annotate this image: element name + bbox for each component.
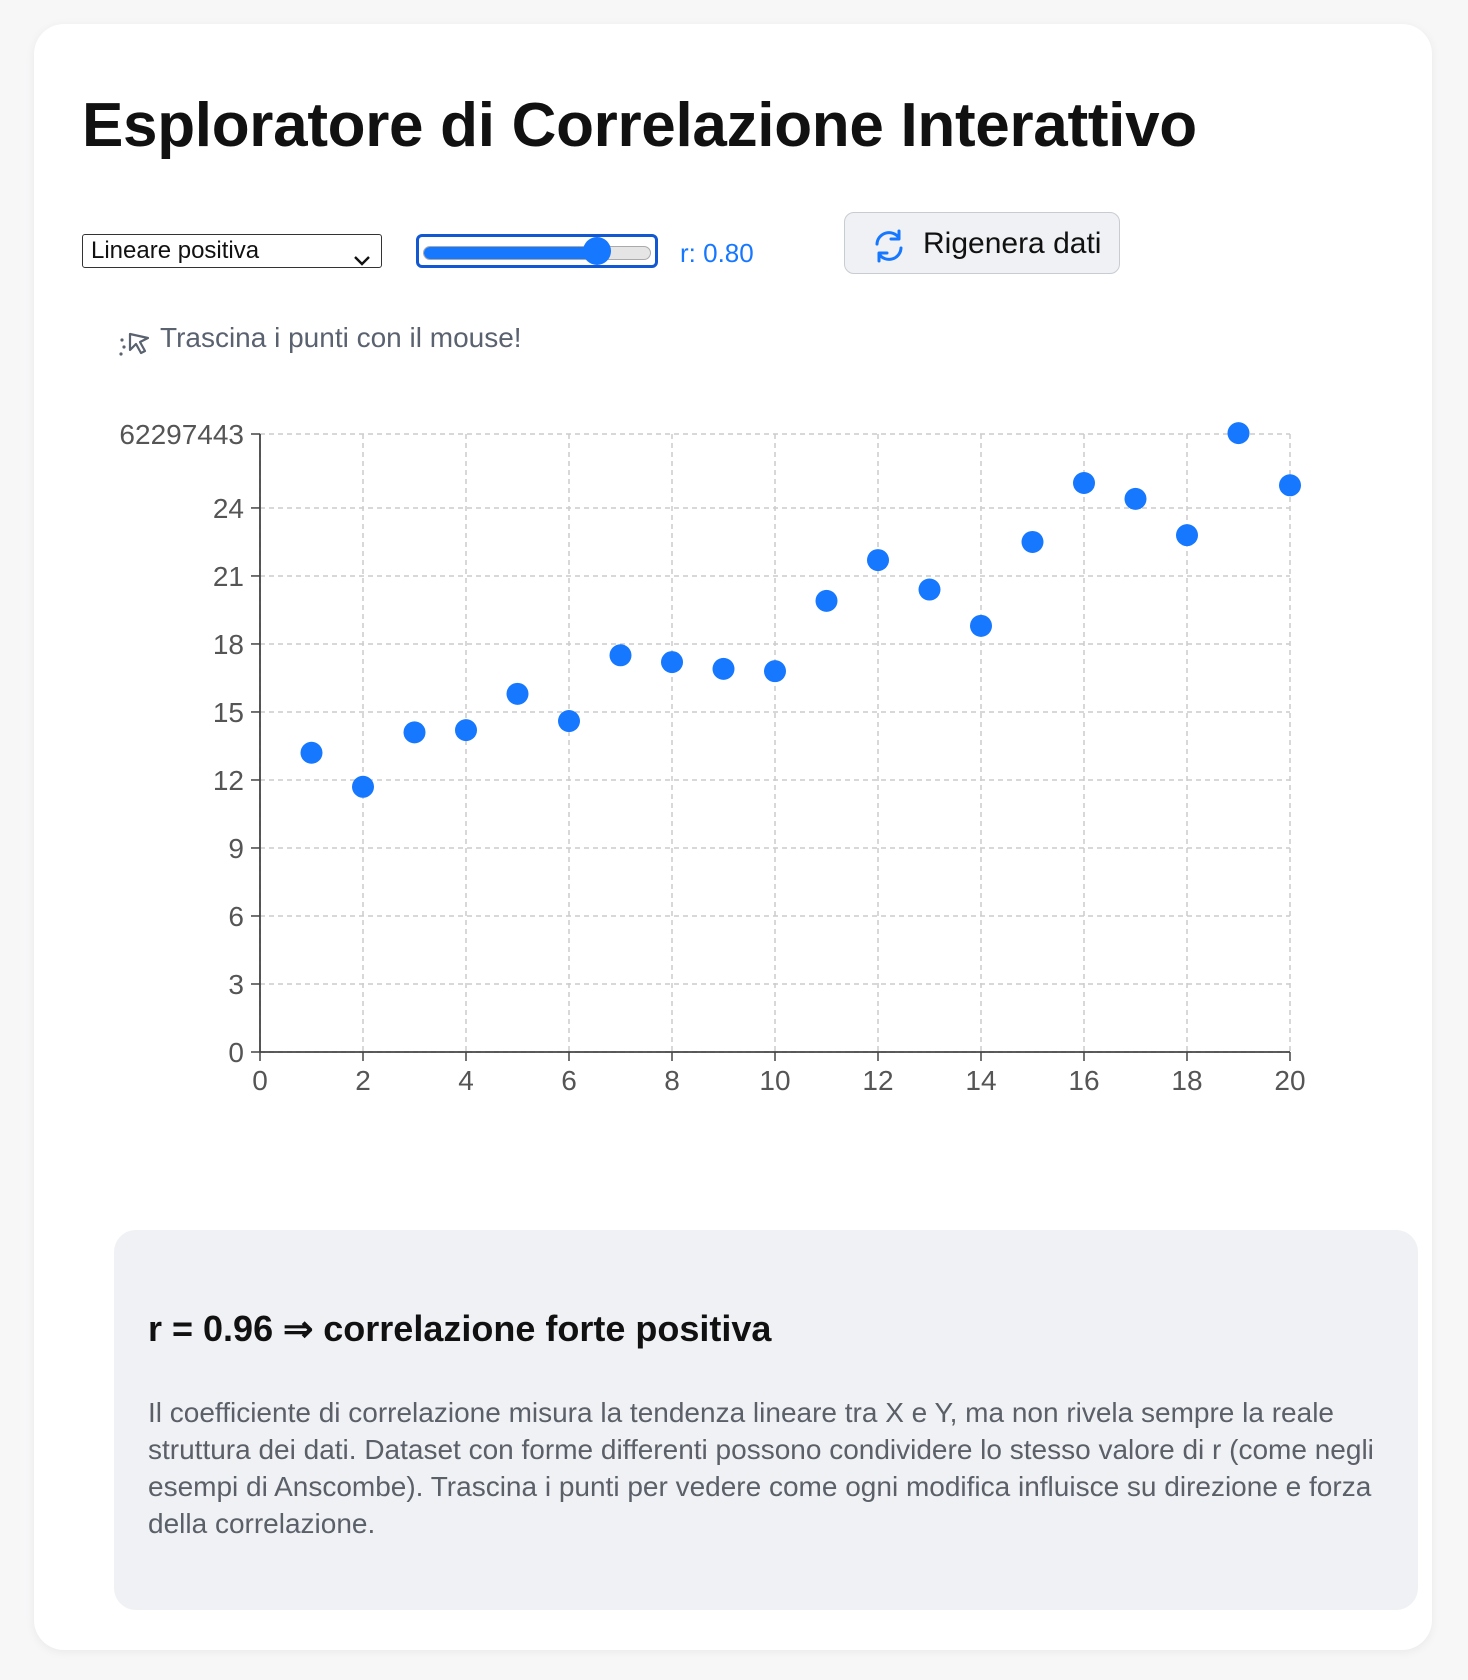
slider-fill xyxy=(424,247,605,259)
data-point[interactable] xyxy=(558,710,580,733)
y-tick-label: 24 xyxy=(213,493,244,524)
data-point[interactable] xyxy=(661,651,683,674)
data-point[interactable] xyxy=(455,719,477,742)
info-panel: r = 0.96 ⇒ correlazione forte positiva I… xyxy=(114,1230,1418,1610)
x-tick-label: 4 xyxy=(458,1065,474,1096)
data-point[interactable] xyxy=(918,578,941,601)
data-point[interactable] xyxy=(506,682,529,705)
y-tick-label: 6 xyxy=(228,901,244,932)
data-point[interactable] xyxy=(1124,487,1147,510)
x-tick-label: 2 xyxy=(355,1065,371,1096)
y-tick-label: 3 xyxy=(228,969,244,1000)
y-tick-label: 12 xyxy=(213,765,244,796)
correlation-slider[interactable] xyxy=(416,234,658,268)
x-tick-label: 16 xyxy=(1068,1065,1099,1096)
x-tick-label: 10 xyxy=(759,1065,790,1096)
data-point[interactable] xyxy=(352,775,374,798)
x-tick-label: 0 xyxy=(252,1065,268,1096)
data-point[interactable] xyxy=(300,741,323,764)
data-point[interactable] xyxy=(403,721,426,744)
info-description: Il coefficiente di correlazione misura l… xyxy=(148,1397,1374,1539)
y-tick-label: 0 xyxy=(228,1037,244,1068)
data-point[interactable] xyxy=(1073,472,1095,495)
cursor-drag-icon xyxy=(118,324,152,365)
y-tick-label: 62297443 xyxy=(119,419,244,450)
data-point[interactable] xyxy=(1021,530,1044,553)
slider-thumb[interactable] xyxy=(583,237,611,265)
chevron-down-icon xyxy=(353,244,371,276)
y-tick-label: 15 xyxy=(213,697,244,728)
x-tick-label: 8 xyxy=(664,1065,680,1096)
x-tick-label: 20 xyxy=(1274,1065,1305,1096)
page-title: Esploratore di Correlazione Interattivo xyxy=(82,91,1197,160)
data-point[interactable] xyxy=(1227,422,1250,445)
r-value-label: r: 0.80 xyxy=(680,238,754,268)
x-tick-label: 14 xyxy=(965,1065,996,1096)
data-point[interactable] xyxy=(1279,474,1301,497)
y-tick-label: 9 xyxy=(228,833,244,864)
y-tick-label: 21 xyxy=(213,561,244,592)
refresh-icon xyxy=(871,228,907,272)
y-tick-label: 18 xyxy=(213,629,244,660)
drag-hint-text: Trascina i punti con il mouse! xyxy=(160,322,522,353)
data-point[interactable] xyxy=(867,549,889,572)
dataset-select-value: Lineare positiva xyxy=(91,237,260,264)
correlation-result: r = 0.96 ⇒ correlazione forte positiva xyxy=(148,1308,772,1349)
x-tick-label: 6 xyxy=(561,1065,577,1096)
dataset-select[interactable]: Lineare positiva xyxy=(82,234,382,268)
main-card: Esploratore di Correlazione Interattivo … xyxy=(34,24,1432,1650)
controls-bar: Lineare positiva r: 0.80 Rigenera dati xyxy=(82,212,1382,292)
data-point[interactable] xyxy=(609,644,632,667)
data-point[interactable] xyxy=(970,614,992,637)
data-point[interactable] xyxy=(712,657,735,680)
data-point[interactable] xyxy=(1176,524,1198,547)
x-tick-label: 12 xyxy=(862,1065,893,1096)
regenerate-button-label: Rigenera dati xyxy=(923,227,1102,260)
regenerate-button[interactable]: Rigenera dati xyxy=(844,212,1120,274)
scatter-chart: 03691215182124622974430 2 4 6 8 10 12 14 16 18 20 xyxy=(119,419,1305,1096)
data-point[interactable] xyxy=(815,589,838,612)
data-point[interactable] xyxy=(764,660,786,683)
x-tick-label: 18 xyxy=(1171,1065,1202,1096)
slider-track xyxy=(423,246,651,260)
